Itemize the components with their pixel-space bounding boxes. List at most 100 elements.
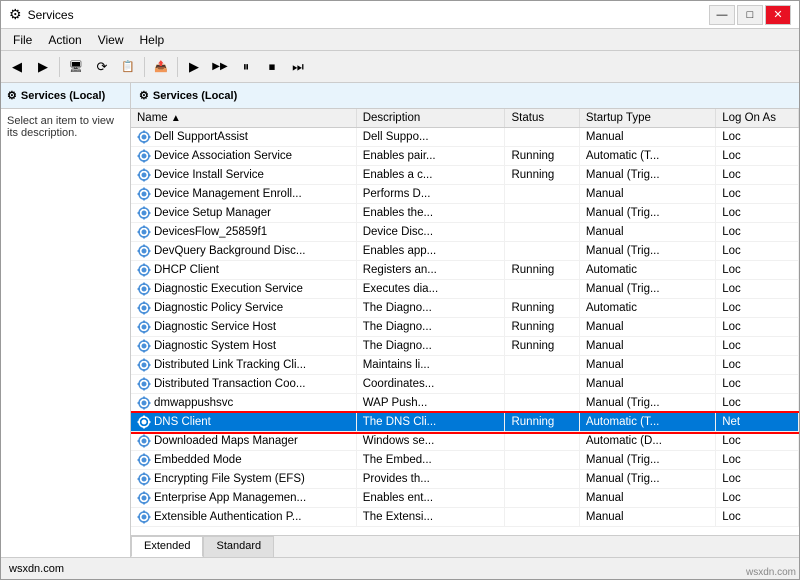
col-name[interactable]: Name ▲ — [131, 109, 356, 128]
service-name-cell: Diagnostic Policy Service — [131, 299, 356, 318]
col-description[interactable]: Description — [356, 109, 505, 128]
service-description-cell: Provides th... — [356, 470, 505, 489]
service-description-cell: Device Disc... — [356, 223, 505, 242]
service-startup-cell: Manual (Trig... — [579, 451, 715, 470]
service-startup-cell: Manual (Trig... — [579, 280, 715, 299]
service-name-cell: Device Setup Manager — [131, 204, 356, 223]
col-status[interactable]: Status — [505, 109, 579, 128]
main-panel-header: ⚙ Services (Local) — [131, 83, 799, 109]
service-startup-cell: Manual — [579, 489, 715, 508]
service-description-cell: Enables the... — [356, 204, 505, 223]
service-name-cell: dmwappushsvc — [131, 394, 356, 413]
sidebar-title: Services (Local) — [21, 90, 105, 102]
table-row[interactable]: Embedded Mode The Embed... Manual (Trig.… — [131, 451, 799, 470]
properties-button[interactable]: 📋 — [116, 55, 140, 79]
service-startup-cell: Manual — [579, 318, 715, 337]
table-row[interactable]: DHCP Client Registers an... Running Auto… — [131, 261, 799, 280]
menu-action[interactable]: Action — [40, 31, 89, 49]
table-row[interactable]: Diagnostic Execution Service Executes di… — [131, 280, 799, 299]
menu-file[interactable]: File — [5, 31, 40, 49]
service-name-cell: Diagnostic Execution Service — [131, 280, 356, 299]
service-startup-cell: Manual — [579, 128, 715, 147]
table-row[interactable]: Diagnostic System Host The Diagno... Run… — [131, 337, 799, 356]
maximize-button[interactable]: □ — [737, 5, 763, 25]
service-startup-cell: Automatic — [579, 261, 715, 280]
service-startup-cell: Manual — [579, 508, 715, 527]
title-bar: ⚙ Services — □ ✕ — [1, 1, 799, 29]
service-description-cell: Registers an... — [356, 261, 505, 280]
sidebar-header: ⚙ Services (Local) — [1, 83, 130, 109]
services-table: Name ▲ Description Status Startup Type L… — [131, 109, 799, 527]
service-name-cell: Extensible Authentication P... — [131, 508, 356, 527]
menu-help[interactable]: Help — [132, 31, 173, 49]
service-name-cell: DNS Client — [131, 413, 356, 432]
table-row[interactable]: Dell SupportAssist Dell Suppo... Manual … — [131, 128, 799, 147]
forward-button[interactable]: ▶ — [31, 55, 55, 79]
table-row[interactable]: Device Association Service Enables pair.… — [131, 147, 799, 166]
menu-view[interactable]: View — [90, 31, 132, 49]
service-status-cell — [505, 508, 579, 527]
table-row[interactable]: Extensible Authentication P... The Exten… — [131, 508, 799, 527]
service-name-cell: Encrypting File System (EFS) — [131, 470, 356, 489]
content-area: ⚙ Services (Local) Select an item to vie… — [1, 83, 799, 557]
service-status-cell — [505, 394, 579, 413]
start-service-button2[interactable]: ▶▶ — [208, 55, 232, 79]
start-service-button[interactable]: ▶ — [182, 55, 206, 79]
table-row[interactable]: DevQuery Background Disc... Enables app.… — [131, 242, 799, 261]
service-status-cell: Running — [505, 147, 579, 166]
title-bar-left: ⚙ Services — [9, 6, 74, 23]
main-header-title: Services (Local) — [153, 90, 237, 102]
service-description-cell: Performs D... — [356, 185, 505, 204]
col-startup[interactable]: Startup Type — [579, 109, 715, 128]
menu-bar: File Action View Help — [1, 29, 799, 51]
tab-standard[interactable]: Standard — [203, 536, 274, 557]
table-row[interactable]: Distributed Transaction Coo... Coordinat… — [131, 375, 799, 394]
status-bar: wsxdn.com — [1, 557, 799, 579]
table-row[interactable]: DevicesFlow_25859f1 Device Disc... Manua… — [131, 223, 799, 242]
refresh-button[interactable]: ⟳ — [90, 55, 114, 79]
service-name-cell: Distributed Transaction Coo... — [131, 375, 356, 394]
service-description-cell: Enables ent... — [356, 489, 505, 508]
service-startup-cell: Automatic (T... — [579, 147, 715, 166]
table-row[interactable]: Device Management Enroll... Performs D..… — [131, 185, 799, 204]
service-status-cell — [505, 185, 579, 204]
table-row[interactable]: Diagnostic Service Host The Diagno... Ru… — [131, 318, 799, 337]
show-hide-console-tree[interactable]: 🖥 — [64, 55, 88, 79]
tab-extended[interactable]: Extended — [131, 536, 203, 557]
service-status-cell: Running — [505, 261, 579, 280]
window-icon: ⚙ — [9, 6, 22, 23]
table-row[interactable]: Enterprise App Managemen... Enables ent.… — [131, 489, 799, 508]
service-status-cell — [505, 375, 579, 394]
minimize-button[interactable]: — — [709, 5, 735, 25]
table-row[interactable]: dmwappushsvc WAP Push... Manual (Trig...… — [131, 394, 799, 413]
service-description-cell: Enables pair... — [356, 147, 505, 166]
stop-service-button[interactable]: ⏹ — [260, 55, 284, 79]
table-row[interactable]: DNS Client The DNS Cli... Running Automa… — [131, 413, 799, 432]
service-status-cell — [505, 432, 579, 451]
service-name-cell: DevQuery Background Disc... — [131, 242, 356, 261]
table-row[interactable]: Device Install Service Enables a c... Ru… — [131, 166, 799, 185]
table-row[interactable]: Downloaded Maps Manager Windows se... Au… — [131, 432, 799, 451]
service-startup-cell: Manual (Trig... — [579, 470, 715, 489]
service-status-cell — [505, 280, 579, 299]
table-row[interactable]: Diagnostic Policy Service The Diagno... … — [131, 299, 799, 318]
service-logon-cell: Loc — [716, 394, 799, 413]
services-table-container[interactable]: Name ▲ Description Status Startup Type L… — [131, 109, 799, 535]
service-status-cell: Running — [505, 318, 579, 337]
service-status-cell: Running — [505, 337, 579, 356]
table-row[interactable]: Encrypting File System (EFS) Provides th… — [131, 470, 799, 489]
table-row[interactable]: Distributed Link Tracking Cli... Maintai… — [131, 356, 799, 375]
col-logon[interactable]: Log On As — [716, 109, 799, 128]
service-logon-cell: Loc — [716, 242, 799, 261]
export-button[interactable]: 📤 — [149, 55, 173, 79]
restart-service-button[interactable]: ⏭ — [286, 55, 310, 79]
pause-service-button[interactable]: ⏸ — [234, 55, 258, 79]
service-startup-cell: Automatic (D... — [579, 432, 715, 451]
back-button[interactable]: ◀ — [5, 55, 29, 79]
service-logon-cell: Loc — [716, 128, 799, 147]
toolbar: ◀ ▶ 🖥 ⟳ 📋 📤 ▶ ▶▶ ⏸ ⏹ ⏭ — [1, 51, 799, 83]
table-row[interactable]: Device Setup Manager Enables the... Manu… — [131, 204, 799, 223]
service-startup-cell: Manual (Trig... — [579, 242, 715, 261]
service-logon-cell: Loc — [716, 508, 799, 527]
close-button[interactable]: ✕ — [765, 5, 791, 25]
